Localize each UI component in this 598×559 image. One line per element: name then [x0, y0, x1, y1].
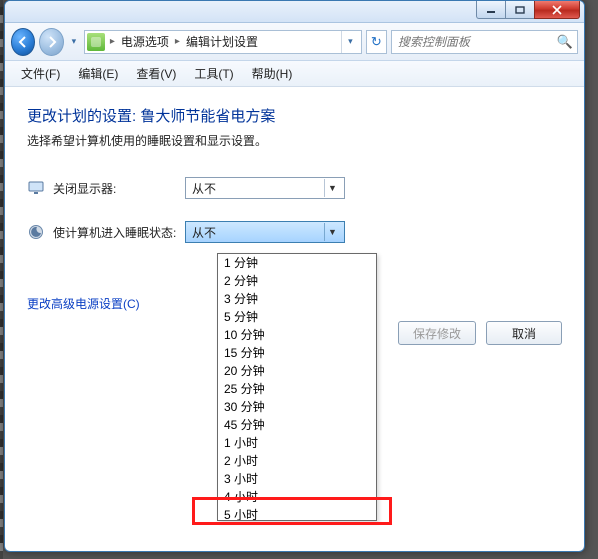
dropdown-option[interactable]: 5 分钟 [218, 308, 376, 326]
menubar: 文件(F) 编辑(E) 查看(V) 工具(T) 帮助(H) [5, 61, 584, 87]
minimize-icon [486, 6, 496, 14]
turn-off-display-value: 从不 [192, 180, 324, 197]
dropdown-option[interactable]: 45 分钟 [218, 416, 376, 434]
row-sleep: 使计算机进入睡眠状态: 从不 ▼ [27, 221, 562, 243]
save-button[interactable]: 保存修改 [398, 321, 476, 345]
menu-edit[interactable]: 编辑(E) [70, 62, 126, 85]
dropdown-option[interactable]: 15 分钟 [218, 344, 376, 362]
dropdown-option[interactable]: 4 小时 [218, 488, 376, 506]
breadcrumb-power-options[interactable]: 电源选项 [117, 33, 173, 50]
breadcrumb[interactable]: ▸ 电源选项 ▸ 编辑计划设置 ▾ [84, 30, 362, 54]
advanced-power-settings-link[interactable]: 更改高级电源设置(C) [27, 295, 140, 312]
titlebar[interactable] [5, 1, 584, 23]
page-subtitle: 选择希望计算机使用的睡眠设置和显示设置。 [27, 132, 562, 149]
turn-off-display-combo[interactable]: 从不 ▼ [185, 177, 345, 199]
button-row: 保存修改 取消 [398, 321, 562, 345]
sleep-dropdown-list[interactable]: 1 分钟2 分钟3 分钟5 分钟10 分钟15 分钟20 分钟25 分钟30 分… [217, 253, 377, 521]
background-overflow [0, 0, 3, 559]
nav-toolbar: ▾ ▸ 电源选项 ▸ 编辑计划设置 ▾ ↻ 🔍 [5, 23, 584, 61]
refresh-button[interactable]: ↻ [366, 30, 387, 54]
chevron-right-icon: ▸ [173, 36, 182, 47]
search-icon: 🔍 [557, 34, 573, 50]
back-button[interactable] [11, 28, 35, 56]
chevron-down-icon: ▼ [324, 179, 340, 197]
page-title: 更改计划的设置: 鲁大师节能省电方案 [27, 105, 562, 126]
search-box[interactable]: 🔍 [391, 30, 578, 54]
dropdown-option[interactable]: 30 分钟 [218, 398, 376, 416]
dropdown-option[interactable]: 1 小时 [218, 434, 376, 452]
minimize-button[interactable] [476, 1, 506, 19]
window-buttons [477, 1, 580, 19]
arrow-left-icon [16, 35, 30, 49]
nav-history-dropdown[interactable]: ▾ [68, 28, 80, 56]
dropdown-option[interactable]: 25 分钟 [218, 380, 376, 398]
dropdown-option[interactable]: 2 分钟 [218, 272, 376, 290]
arrow-right-icon [45, 35, 59, 49]
dropdown-option[interactable]: 20 分钟 [218, 362, 376, 380]
monitor-icon [27, 179, 45, 197]
chevron-right-icon: ▸ [108, 36, 117, 47]
dropdown-option[interactable]: 10 分钟 [218, 326, 376, 344]
dropdown-option[interactable]: 3 分钟 [218, 290, 376, 308]
sleep-combo[interactable]: 从不 ▼ [185, 221, 345, 243]
close-icon [551, 5, 563, 15]
maximize-icon [515, 6, 525, 14]
explorer-window: ▾ ▸ 电源选项 ▸ 编辑计划设置 ▾ ↻ 🔍 文件(F) 编辑(E) 查看(V… [4, 0, 585, 552]
control-panel-icon [87, 33, 105, 51]
dropdown-option[interactable]: 5 小时 [218, 506, 376, 521]
refresh-icon: ↻ [371, 34, 382, 50]
sleep-label: 使计算机进入睡眠状态: [53, 224, 185, 241]
sleep-value: 从不 [192, 224, 324, 241]
breadcrumb-dropdown[interactable]: ▾ [341, 31, 359, 53]
dropdown-option[interactable]: 3 小时 [218, 470, 376, 488]
menu-help[interactable]: 帮助(H) [244, 62, 301, 85]
cancel-button[interactable]: 取消 [486, 321, 562, 345]
menu-file[interactable]: 文件(F) [13, 62, 68, 85]
forward-button[interactable] [39, 28, 63, 56]
menu-tools[interactable]: 工具(T) [186, 62, 241, 85]
maximize-button[interactable] [505, 1, 535, 19]
close-button[interactable] [534, 1, 580, 19]
turn-off-display-label: 关闭显示器: [53, 180, 185, 197]
search-input[interactable] [396, 34, 557, 50]
sleep-icon [27, 223, 45, 241]
breadcrumb-edit-plan[interactable]: 编辑计划设置 [182, 33, 262, 50]
dropdown-option[interactable]: 1 分钟 [218, 254, 376, 272]
menu-view[interactable]: 查看(V) [128, 62, 184, 85]
dropdown-option[interactable]: 2 小时 [218, 452, 376, 470]
chevron-down-icon: ▼ [324, 223, 340, 241]
row-turn-off-display: 关闭显示器: 从不 ▼ [27, 177, 562, 199]
